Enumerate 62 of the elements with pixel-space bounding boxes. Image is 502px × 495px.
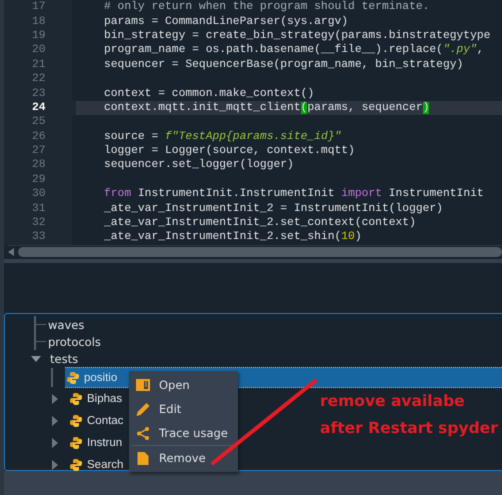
- snake-icon: [69, 392, 83, 406]
- tree-item[interactable]: Contac: [87, 415, 124, 427]
- pencil-icon: [136, 402, 150, 416]
- snake-icon: [69, 436, 83, 450]
- code-line: sequencer = SequencerBase(program_name, bin_strategy): [104, 58, 464, 71]
- menu-item[interactable]: Trace usage: [129, 421, 238, 445]
- line-number: 26: [31, 130, 47, 144]
- code-line: source = f"TestApp{params.site_id}": [104, 130, 342, 143]
- tree-item[interactable]: waves: [48, 318, 84, 332]
- line-number: 19: [31, 28, 47, 44]
- panel-icon: [136, 379, 150, 391]
- scroll-left-icon[interactable]: [8, 248, 14, 256]
- document-icon: [136, 452, 150, 464]
- tree-line: [34, 316, 46, 333]
- line-number: 25: [31, 115, 47, 130]
- code-line: _ate_var_InstrumentInit_2 = InstrumentInit(logger): [104, 202, 443, 215]
- expand-arrow-icon[interactable]: [51, 416, 59, 426]
- menu-item[interactable]: Edit: [129, 397, 238, 421]
- line-number: 20: [31, 43, 47, 58]
- tree-line: [34, 333, 46, 350]
- snake-icon: [69, 458, 83, 472]
- tree-item[interactable]: Biphas: [87, 393, 122, 405]
- menu-item[interactable]: Open: [129, 373, 238, 397]
- tree-item[interactable]: Instrun: [87, 437, 122, 449]
- line-number: 28: [31, 158, 47, 173]
- annotation-text: remove availabe: [320, 391, 466, 412]
- line-number: 32: [31, 216, 47, 230]
- expand-arrow-icon[interactable]: [51, 394, 59, 404]
- line-number: 31: [31, 202, 47, 216]
- snake-icon: [66, 370, 80, 384]
- code-line: program_name = os.path.basename(__file__).replace(".py",: [104, 44, 484, 56]
- annotation-text: after Restart spyder: [320, 418, 498, 439]
- code-line: sequencer.set_logger(logger): [104, 159, 294, 172]
- code-line: # only return when the program should terminate.: [104, 1, 430, 14]
- line-number: 30: [31, 187, 47, 202]
- line-number: 22: [31, 72, 47, 86]
- line-number: 33: [31, 230, 47, 245]
- code-line: from InstrumentInit.InstrumentInit import InstrumentInit: [104, 188, 484, 200]
- code-line: params = CommandLineParser(sys.argv): [104, 16, 348, 28]
- collapse-arrow-icon[interactable]: [31, 354, 41, 362]
- tree-item[interactable]: Search: [87, 459, 124, 471]
- tree-item[interactable]: positio: [84, 372, 118, 384]
- line-number: 23: [31, 86, 47, 101]
- menu-item[interactable]: Remove: [129, 446, 238, 470]
- code-line: logger = Logger(source, context.mqtt): [104, 145, 355, 158]
- expand-arrow-icon[interactable]: [51, 460, 59, 470]
- code-line: bin_strategy = create_bin_strategy(params.binstrategytype: [104, 30, 490, 42]
- code-line: context.mqtt.init_mqtt_client(params, sequencer): [104, 102, 430, 114]
- tree-item[interactable]: protocols: [48, 334, 101, 348]
- code-line: _ate_var_InstrumentInit_2.set_context(context): [104, 217, 416, 230]
- code-line: _ate_var_InstrumentInit_2.set_shin(10): [104, 231, 362, 244]
- line-number: 17: [31, 0, 47, 14]
- tree-item[interactable]: tests: [50, 352, 78, 366]
- line-number: 29: [31, 172, 47, 188]
- share-icon: [136, 426, 150, 440]
- snake-icon: [69, 414, 83, 428]
- horizontal-scrollbar[interactable]: [8, 245, 502, 258]
- line-number: 21: [31, 58, 47, 72]
- code-line: context = common.make_context(): [104, 88, 314, 100]
- line-number: 18: [31, 14, 47, 29]
- expand-arrow-icon[interactable]: [51, 438, 59, 448]
- line-number: 27: [31, 144, 47, 158]
